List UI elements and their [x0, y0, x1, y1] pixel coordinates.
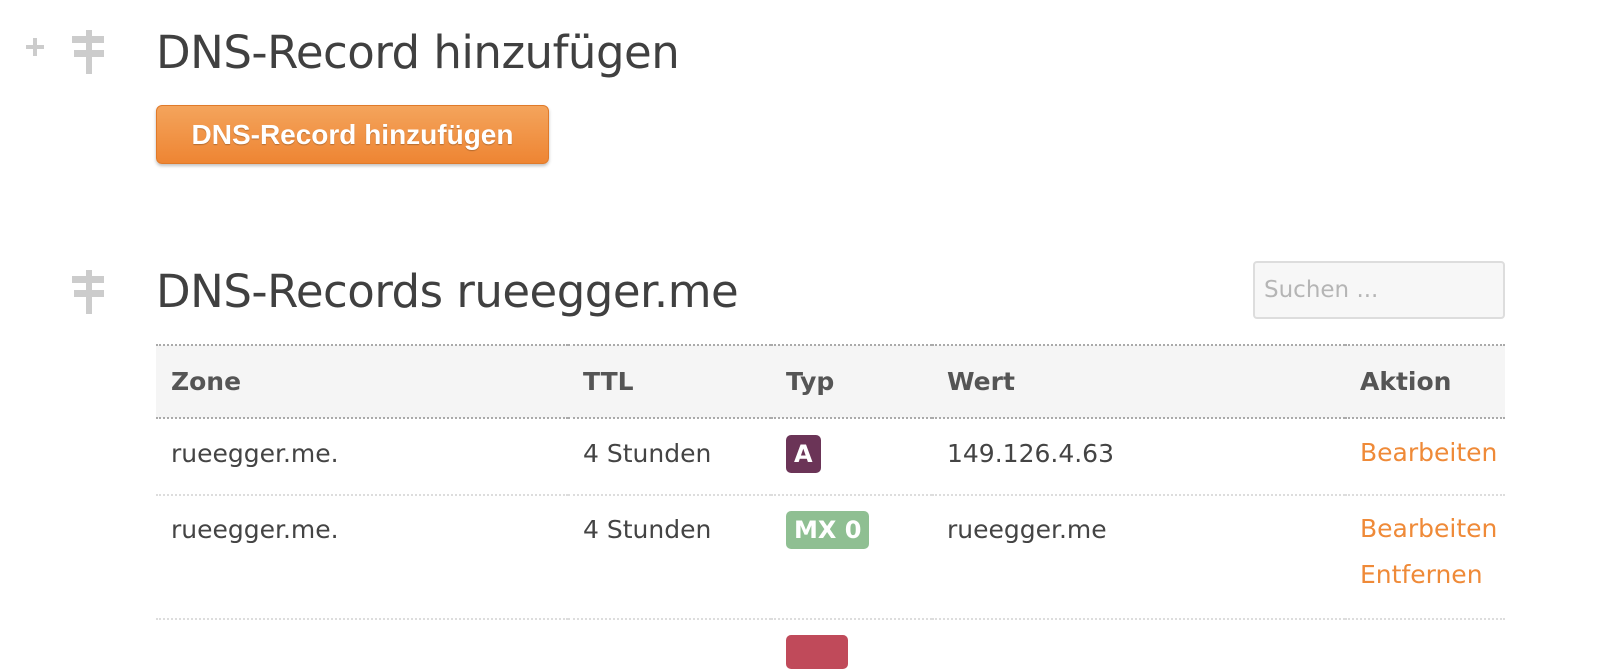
table-row: rueegger.me. 4 Stunden MX 0 rueegger.me …	[156, 495, 1505, 619]
records-title: DNS-Records rueegger.me	[156, 265, 739, 318]
add-record-button[interactable]: DNS-Record hinzufügen	[156, 105, 549, 164]
records-table: Zone TTL Typ Wert Aktion rueegger.me. 4 …	[156, 344, 1505, 620]
column-header-zone: Zone	[171, 367, 242, 396]
signpost-icon[interactable]	[68, 28, 108, 76]
table-header-row: Zone TTL Typ Wert Aktion	[156, 345, 1505, 418]
signpost-icon[interactable]	[68, 268, 108, 316]
column-header-wert: Wert	[947, 367, 1015, 396]
action-cell: Bearbeiten Entfernen	[1345, 495, 1505, 619]
plus-icon[interactable]	[24, 36, 46, 58]
ttl-cell: 4 Stunden	[583, 515, 712, 544]
edit-link[interactable]: Bearbeiten	[1360, 437, 1505, 469]
column-header-typ: Typ	[786, 367, 835, 396]
record-type-badge: MX 0	[786, 511, 870, 549]
action-cell: Bearbeiten	[1345, 418, 1505, 495]
add-record-title: DNS-Record hinzufügen	[156, 26, 680, 79]
record-type-badge: A	[786, 435, 821, 473]
type-cell: MX 0	[771, 495, 932, 619]
column-header-aktion: Aktion	[1360, 367, 1452, 396]
record-type-badge-partial	[786, 635, 848, 669]
value-cell: rueegger.me	[947, 515, 1107, 544]
edit-link[interactable]: Bearbeiten	[1360, 513, 1505, 545]
column-header-ttl: TTL	[583, 367, 634, 396]
delete-link[interactable]: Entfernen	[1360, 559, 1505, 591]
table-row: rueegger.me. 4 Stunden A 149.126.4.63 Be…	[156, 418, 1505, 495]
zone-cell: rueegger.me.	[171, 515, 339, 544]
value-cell: 149.126.4.63	[947, 439, 1114, 468]
ttl-cell: 4 Stunden	[583, 439, 712, 468]
type-cell: A	[771, 418, 932, 495]
zone-cell: rueegger.me.	[171, 439, 339, 468]
search-input[interactable]	[1253, 261, 1505, 319]
